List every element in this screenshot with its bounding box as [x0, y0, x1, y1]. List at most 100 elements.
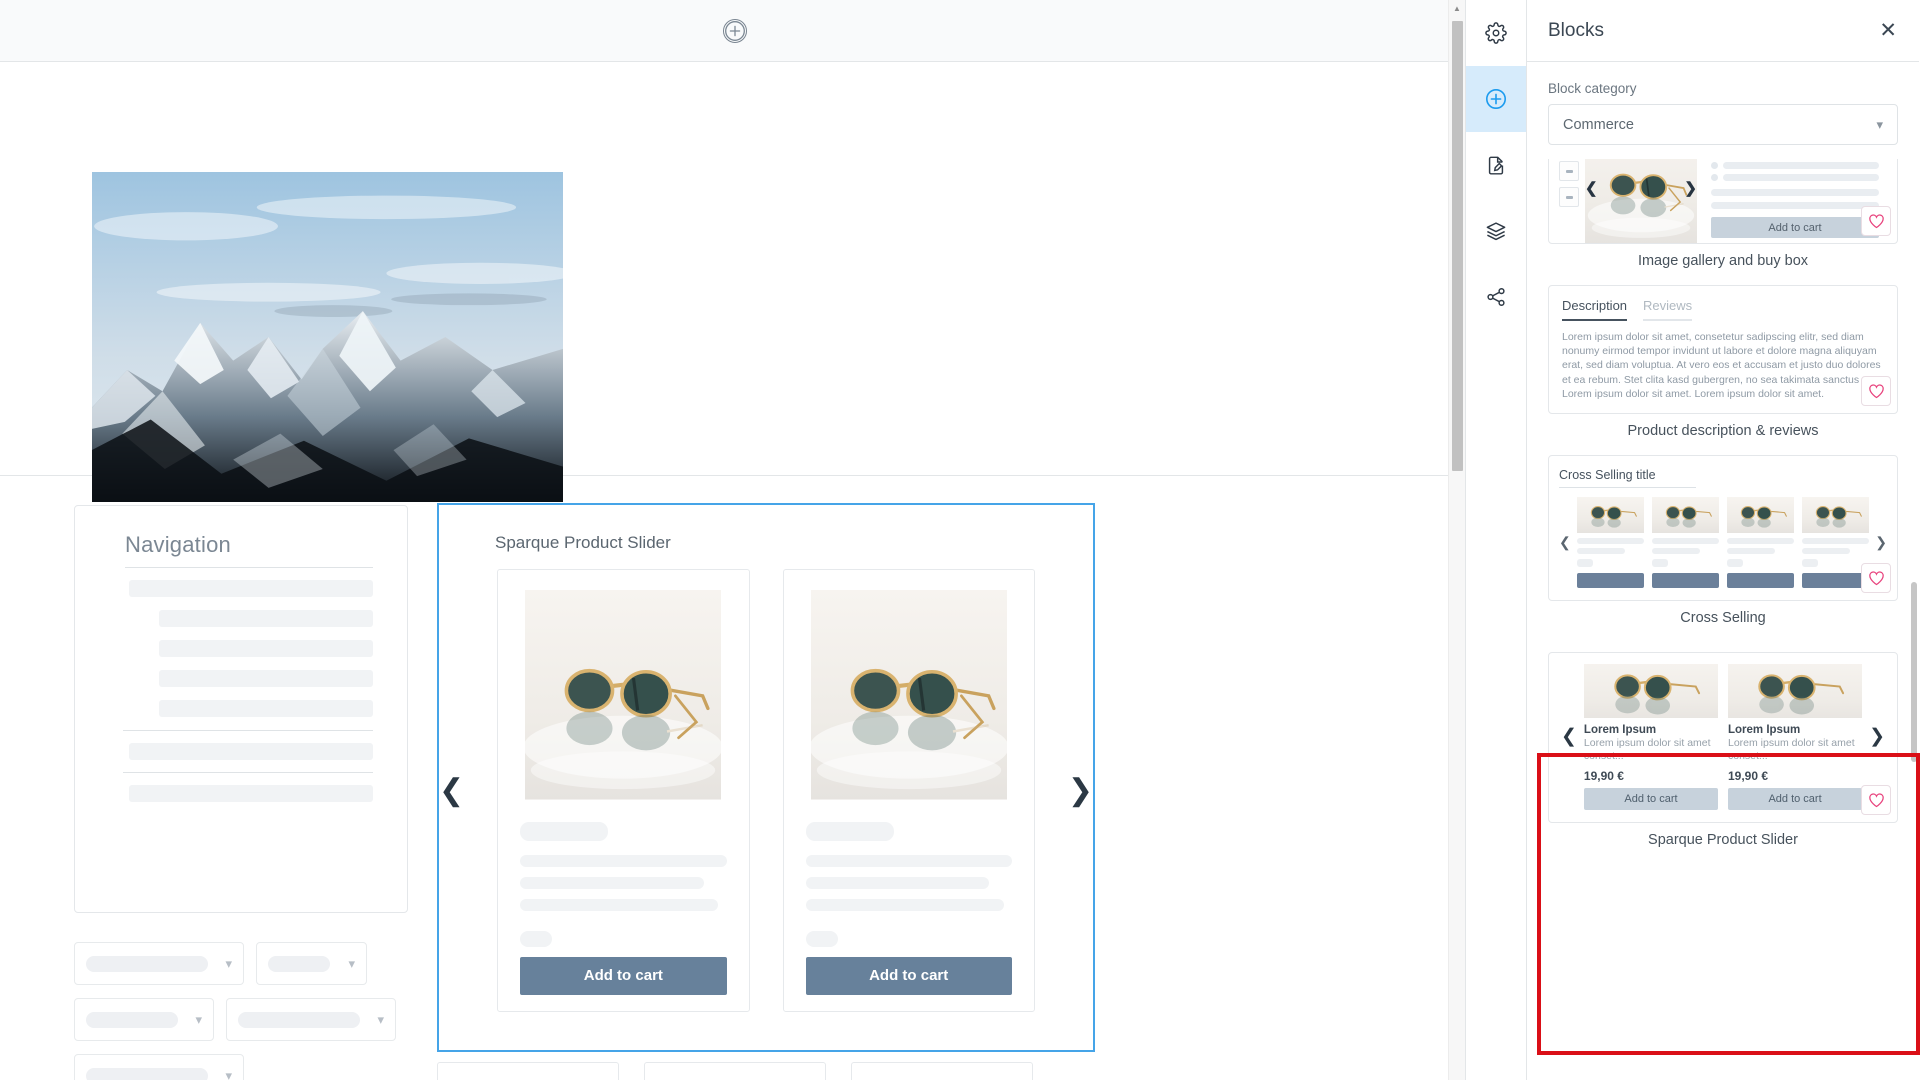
description-text: Lorem ipsum dolor sit amet, consetetur s…	[1562, 331, 1881, 400]
rail-item-blocks[interactable]	[1466, 66, 1526, 132]
cross-sell-card[interactable]	[1576, 497, 1644, 588]
slider-prev-button[interactable]: ❮	[439, 775, 464, 806]
block-list-item: ❮ Lorem Ipsum Lorem ipsum dolor sit amet…	[1548, 651, 1898, 848]
blocks-panel-header: Blocks ✕	[1527, 0, 1919, 62]
filter-select[interactable]: ▾	[226, 998, 396, 1041]
rail-item-layers[interactable]	[1466, 198, 1526, 264]
rail-item-content[interactable]	[1466, 132, 1526, 198]
placeholder-bar	[805, 876, 990, 889]
placeholder-bar	[159, 700, 373, 717]
slider-body: ❮ Add to cart Add to cart ❯	[439, 553, 1093, 1012]
block-caption: Product description & reviews	[1627, 422, 1819, 439]
sparque-product-slider-block[interactable]: Sparque Product Slider ❮ Add to cart Add…	[437, 503, 1095, 1052]
product-card-partial[interactable]	[851, 1062, 1033, 1080]
filter-row-2: ▾ ▾	[74, 998, 396, 1041]
hero-image-section[interactable]	[0, 62, 1465, 502]
add-to-cart-button[interactable]: Add to cart	[805, 956, 1012, 995]
canvas-scrollbar[interactable]: ▲	[1448, 0, 1465, 1080]
chevron-down-icon: ▾	[348, 956, 355, 971]
block-preview-sparque-product-slider[interactable]: ❮ Lorem Ipsum Lorem ipsum dolor sit amet…	[1548, 651, 1898, 824]
block-list-item: ❮ ❯ 0,00 € Add to cart	[1548, 159, 1898, 269]
add-to-cart-button[interactable]: Add to cart	[520, 956, 727, 995]
product-card[interactable]: Add to cart	[782, 569, 1035, 1012]
add-to-cart-button[interactable]: Add to cart	[1711, 217, 1879, 238]
product-card-partial[interactable]	[437, 1062, 619, 1080]
hero-image	[92, 172, 563, 502]
block-category-value: Commerce	[1563, 116, 1634, 133]
product-image	[811, 590, 1007, 800]
cross-sell-card[interactable]	[1802, 497, 1870, 588]
block-preview-image-gallery-and-buy-box[interactable]: ❮ ❯ 0,00 € Add to cart	[1548, 159, 1898, 244]
product-card[interactable]: Add to cart	[497, 569, 750, 1012]
editor-root: Navigation ▾ ▾ ▾ ▾ ▾ Sparque Product Sli…	[0, 0, 1920, 1080]
gallery-prev-button[interactable]: ❮	[1585, 179, 1598, 197]
gear-icon	[1485, 21, 1507, 44]
block-caption: Image gallery and buy box	[1637, 253, 1809, 269]
block-preview-cross-selling[interactable]: Cross Selling title ❮ ❯	[1548, 454, 1898, 601]
panel-title: Blocks	[1548, 19, 1604, 41]
block-list-item: Description Reviews Lorem ipsum dolor si…	[1548, 285, 1898, 439]
product-description: Lorem ipsum dolor sit amet conset...	[1583, 736, 1711, 762]
add-to-cart-button[interactable]: Add to cart	[1728, 788, 1863, 811]
chevron-down-icon: ▾	[225, 956, 232, 971]
scroll-up-icon[interactable]: ▲	[1449, 0, 1465, 17]
filter-row-1: ▾ ▾	[74, 942, 367, 985]
close-icon[interactable]: ✕	[1879, 20, 1897, 41]
buy-box: 0,00 € Add to cart	[1697, 159, 1887, 243]
tab-description[interactable]: Description	[1562, 298, 1628, 321]
filter-select[interactable]: ▾	[74, 1054, 244, 1080]
favorite-button[interactable]	[1861, 206, 1891, 236]
block-caption: Cross Selling	[1680, 609, 1766, 626]
filter-select[interactable]: ▾	[256, 942, 367, 985]
canvas-scrollbar-thumb[interactable]	[1452, 21, 1463, 471]
slider-block-title: Sparque Product Slider	[495, 533, 671, 552]
product-image	[525, 590, 721, 800]
heart-icon	[1868, 793, 1884, 808]
favorite-button[interactable]	[1861, 375, 1891, 406]
placeholder-bar	[520, 930, 553, 947]
block-category-field: Block category Commerce ▾	[1527, 62, 1919, 145]
cross-sell-card[interactable]	[1727, 497, 1795, 588]
slider-carousel: ❮ Lorem Ipsum Lorem ipsum dolor sit amet…	[1561, 664, 1885, 811]
carousel-prev-button[interactable]: ❮	[1561, 725, 1577, 748]
placeholder-bar	[129, 743, 373, 760]
rail-item-share[interactable]	[1466, 264, 1526, 330]
thumbnail[interactable]	[1559, 187, 1579, 207]
add-to-cart-button[interactable]: Add to cart	[1583, 788, 1718, 811]
placeholder-bar	[520, 821, 609, 841]
rail-item-settings[interactable]	[1466, 0, 1526, 66]
canvas-top-section	[0, 0, 1465, 62]
favorite-button[interactable]	[1861, 562, 1891, 593]
carousel-prev-button[interactable]: ❮	[1559, 534, 1571, 551]
filter-row-3: ▾	[74, 1054, 244, 1080]
filter-select[interactable]: ▾	[74, 998, 214, 1041]
panel-scrollbar-thumb[interactable]	[1911, 582, 1917, 762]
filter-select[interactable]: ▾	[74, 942, 244, 985]
panel-scrollbar[interactable]	[1909, 62, 1919, 1080]
favorite-button[interactable]	[1861, 785, 1891, 816]
navigation-block[interactable]: Navigation	[74, 505, 408, 913]
thumbnail[interactable]	[1559, 161, 1579, 181]
placeholder-pill	[86, 955, 208, 972]
block-category-select[interactable]: Commerce ▾	[1548, 104, 1898, 145]
add-section-button[interactable]	[722, 18, 747, 43]
product-description: Lorem ipsum dolor sit amet conset...	[1728, 736, 1855, 762]
carousel-next-button[interactable]: ❯	[1869, 725, 1885, 748]
navigation-placeholder-list	[103, 580, 379, 717]
product-price: 19,90 €	[1583, 769, 1624, 784]
placeholder-bar	[520, 854, 727, 867]
tab-reviews[interactable]: Reviews	[1643, 298, 1693, 321]
placeholder-bar	[159, 610, 373, 627]
cross-sell-card[interactable]	[1651, 497, 1720, 588]
slider-next-button[interactable]: ❯	[1068, 775, 1093, 806]
cross-selling-carousel: ❮ ❯	[1559, 497, 1887, 588]
product-card[interactable]: Lorem Ipsum Lorem ipsum dolor sit amet c…	[1728, 664, 1863, 811]
placeholder-bar	[805, 930, 838, 947]
block-preview-product-description-and-reviews[interactable]: Description Reviews Lorem ipsum dolor si…	[1548, 285, 1898, 414]
product-card[interactable]: Lorem Ipsum Lorem ipsum dolor sit amet c…	[1583, 664, 1718, 811]
product-card-partial[interactable]	[644, 1062, 826, 1080]
editor-icon-rail	[1465, 0, 1527, 1080]
gallery-next-button[interactable]: ❯	[1684, 179, 1697, 197]
product-placeholder-text	[805, 821, 1012, 957]
carousel-next-button[interactable]: ❯	[1875, 534, 1887, 551]
